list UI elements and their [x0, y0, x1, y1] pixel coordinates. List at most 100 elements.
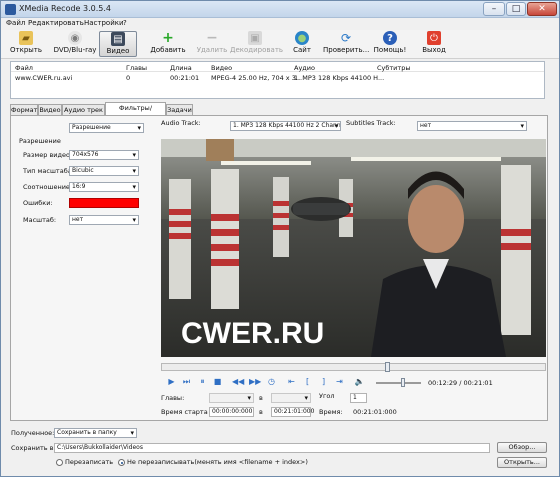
errors-label: Ошибки:: [23, 199, 53, 207]
menu-file[interactable]: Файл: [6, 19, 25, 27]
video-frame-image: CWER.RU: [161, 139, 546, 357]
help-button[interactable]: ? Помощь!: [373, 31, 407, 57]
zoom-label: Масштаб:: [23, 216, 57, 224]
disc-icon: ◉: [68, 31, 82, 45]
close-window-button[interactable]: ✕: [527, 2, 557, 16]
tab-filters-preview[interactable]: Фильтры/Просмотр: [105, 102, 166, 122]
watermark-text: CWER.RU: [181, 317, 324, 350]
seek-thumb[interactable]: [385, 362, 390, 372]
globe-icon: ●: [295, 31, 309, 45]
tab-format[interactable]: Формат: [10, 104, 38, 115]
col-header-chapters[interactable]: Главы: [126, 64, 147, 72]
row-chapters: 0: [126, 74, 131, 82]
chapter-start-select[interactable]: [209, 393, 254, 403]
row-audio: 1. MP3 128 Kbps 44100 H...: [294, 74, 385, 82]
time-display: 00:12:29 / 00:21:01: [428, 379, 493, 387]
tab-tasks[interactable]: Задачи: [166, 104, 193, 115]
save-path-input[interactable]: C:\Users\Bukkollaider\Videos: [54, 443, 490, 453]
audio-track-select[interactable]: 1. MP3 128 Kbps 44100 Hz 2 Channe: [230, 121, 341, 131]
help-label: Помощь!: [373, 46, 407, 54]
start-time-field[interactable]: 00:00:00:000: [209, 407, 254, 417]
set-start-icon[interactable]: ⇤: [286, 377, 297, 387]
col-header-video[interactable]: Видео: [211, 64, 232, 72]
file-list[interactable]: Файл Главы Длина Видео Аудио Субтитры ww…: [10, 61, 545, 99]
seek-bar[interactable]: [161, 362, 546, 372]
menu-help[interactable]: ?: [123, 19, 127, 27]
file-list-header: [11, 62, 544, 72]
fast-forward-icon[interactable]: ▶▶: [249, 377, 261, 387]
video-label: Видео: [106, 47, 130, 55]
col-header-subtitles[interactable]: Субтитры: [377, 64, 410, 72]
mark-in-icon[interactable]: [: [302, 377, 313, 387]
row-video: MPEG-4 25.00 Hz, 704 x 3...: [211, 74, 303, 82]
tab-audio-track[interactable]: Аудио трек 1: [62, 104, 105, 124]
row-file: www.CWER.ru.avi: [15, 74, 73, 82]
menu-settings[interactable]: Настройки: [84, 19, 124, 27]
aspect-ratio-label: Соотношение:: [23, 183, 73, 191]
volume-thumb[interactable]: [401, 378, 405, 387]
no-overwrite-label: Не перезаписывать(менять имя <filename +…: [127, 458, 308, 466]
dvd-button[interactable]: ◉ DVD/Blu-ray: [53, 31, 97, 57]
clock-icon[interactable]: ◷: [266, 377, 277, 387]
col-header-length[interactable]: Длина: [170, 64, 192, 72]
chapters-label: Главы:: [161, 394, 185, 402]
col-header-audio[interactable]: Аудио: [294, 64, 315, 72]
rewind-icon[interactable]: ◀◀: [232, 377, 244, 387]
overwrite-label: Перезаписать: [65, 458, 114, 466]
no-overwrite-radio[interactable]: [118, 459, 125, 466]
section-title: Разрешение: [19, 137, 61, 145]
play-icon[interactable]: ▶: [166, 377, 177, 387]
duration-label: Время:: [319, 408, 343, 416]
delete-button[interactable]: − Удалить: [194, 30, 230, 57]
video-size-select[interactable]: 704x576: [69, 150, 139, 160]
scale-type-label: Тип масштаба:: [23, 167, 74, 175]
filter-type-select[interactable]: Разрешение: [69, 123, 144, 133]
start-time-label: Время старта: [161, 408, 208, 416]
check-updates-button[interactable]: ⟳ Проверить...: [323, 31, 369, 57]
site-button[interactable]: ● Сайт: [287, 31, 317, 57]
video-size-label: Размер видео:: [23, 151, 73, 159]
chapter-end-select[interactable]: [271, 393, 311, 403]
menu-bar: Файл Редактировать Настройки ?: [1, 18, 559, 30]
subtitles-track-select[interactable]: нет: [417, 121, 527, 131]
minimize-button[interactable]: –: [483, 2, 505, 16]
angle-stepper[interactable]: 1: [350, 393, 367, 403]
start-in-label: в: [259, 408, 263, 416]
volume-icon[interactable]: 🔈: [354, 377, 365, 387]
end-time-field[interactable]: 00:21:01:000: [271, 407, 314, 417]
audio-track-label: Audio Track:: [161, 119, 201, 127]
set-end-icon[interactable]: ⇥: [334, 377, 345, 387]
pause-icon[interactable]: ⏸: [197, 377, 208, 387]
stop-icon[interactable]: ■: [212, 377, 223, 387]
output-mode-select[interactable]: Сохранить в папку: [54, 428, 137, 438]
open-folder-button[interactable]: Открыть...: [497, 457, 547, 468]
next-frame-icon[interactable]: ⏭: [181, 377, 192, 387]
menu-edit[interactable]: Редактировать: [28, 19, 84, 27]
overwrite-radio[interactable]: [56, 459, 63, 466]
browse-button[interactable]: Обзор...: [497, 442, 547, 453]
tab-video[interactable]: Видео: [38, 104, 62, 115]
decode-icon: ▣: [248, 31, 262, 45]
open-button[interactable]: ▰ Открыть: [7, 31, 45, 57]
window-title: XMedia Recode 3.0.5.4: [19, 4, 111, 13]
decode-button[interactable]: ▣ Декодировать: [230, 31, 284, 57]
video-button[interactable]: ▤ Видео: [99, 31, 137, 57]
exit-label: Выход: [422, 46, 446, 54]
exit-button[interactable]: ⏻ Выход: [419, 31, 449, 57]
duration-value: 00:21:01:000: [353, 408, 397, 416]
zoom-select[interactable]: нет: [69, 215, 139, 225]
site-label: Сайт: [293, 46, 311, 54]
scale-type-select[interactable]: Bicubic: [69, 166, 139, 176]
check-label: Проверить...: [323, 46, 370, 54]
table-row[interactable]: www.CWER.ru.avi 0 00:21:01 MPEG-4 25.00 …: [12, 73, 543, 83]
mark-out-icon[interactable]: ]: [318, 377, 329, 387]
app-icon: [5, 4, 16, 15]
maximize-button[interactable]: □: [506, 2, 526, 16]
decode-label: Декодировать: [230, 46, 284, 54]
volume-slider[interactable]: [376, 378, 421, 387]
video-preview[interactable]: CWER.RU: [161, 139, 546, 357]
col-header-file[interactable]: Файл: [15, 64, 33, 72]
errors-field[interactable]: [69, 198, 139, 208]
add-button[interactable]: + Добавить: [149, 30, 187, 57]
aspect-ratio-select[interactable]: 16:9: [69, 182, 139, 192]
